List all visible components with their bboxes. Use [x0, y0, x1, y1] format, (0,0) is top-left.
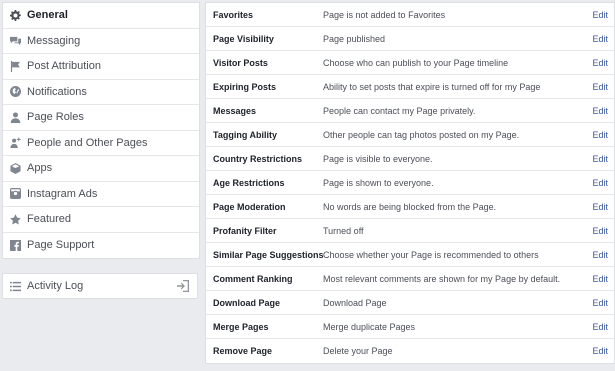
edit-tagging-ability-link[interactable]: Edit — [588, 130, 614, 140]
sidebar-item-people-and-other-pages[interactable]: People and Other Pages — [3, 131, 199, 156]
edit-visitor-posts-link[interactable]: Edit — [588, 58, 614, 68]
cube-icon — [10, 162, 21, 174]
edit-remove-page-link[interactable]: Edit — [588, 346, 614, 356]
edit-expiring-posts-link[interactable]: Edit — [588, 82, 614, 92]
edit-page-moderation-link[interactable]: Edit — [588, 202, 614, 212]
setting-label: Favorites — [213, 9, 254, 20]
edit-page-visibility-link[interactable]: Edit — [588, 34, 614, 44]
setting-label: Merge Pages — [213, 321, 269, 332]
settings-sidebar: General Messaging Post Attribution Notif… — [2, 2, 200, 259]
sidebar-item-label: Post Attribution — [27, 60, 101, 73]
sidebar-item-post-attribution[interactable]: Post Attribution — [3, 54, 199, 80]
setting-label: Profanity Filter — [213, 225, 277, 236]
edit-comment-ranking-link[interactable]: Edit — [588, 274, 614, 284]
setting-label: Similar Page Suggestions — [213, 249, 324, 260]
sidebar-item-featured[interactable]: Featured — [3, 207, 199, 233]
setting-value: No words are being blocked from the Page… — [323, 201, 497, 212]
setting-label: Remove Page — [213, 346, 273, 356]
setting-value: Turned off — [323, 225, 364, 236]
setting-label: Download Page — [213, 297, 281, 308]
sidebar-item-label: Featured — [27, 213, 72, 226]
setting-label: Messages — [213, 105, 257, 116]
sidebar-item-label: Messaging — [27, 34, 81, 47]
sidebar-item-label: Notifications — [27, 85, 87, 98]
edit-profanity-filter-link[interactable]: Edit — [588, 226, 614, 236]
setting-label: Page Moderation — [213, 201, 286, 212]
sidebar-item-label: Apps — [27, 162, 53, 175]
messages-icon — [10, 35, 21, 46]
setting-value: Download Page — [323, 297, 387, 308]
edit-favorites-link[interactable]: Edit — [588, 10, 614, 20]
setting-value: Ability to set posts that expire is turn… — [323, 81, 541, 92]
sidebar-item-instagram-ads[interactable]: Instagram Ads — [3, 182, 199, 207]
setting-label: Page Visibility — [213, 33, 274, 44]
setting-label: Comment Ranking — [213, 273, 293, 284]
setting-row-remove-page: Remove Page Delete your Page Edit — [206, 339, 614, 363]
camera-icon — [10, 188, 21, 200]
edit-age-restrictions-link[interactable]: Edit — [588, 178, 614, 188]
sidebar-item-label: Instagram Ads — [27, 187, 98, 200]
setting-value: People can contact my Page privately. — [323, 105, 476, 116]
setting-row-visitor-posts: Visitor Posts Choose who can publish to … — [206, 51, 614, 75]
edit-country-restrictions-link[interactable]: Edit — [588, 154, 614, 164]
sidebar-item-general[interactable]: General — [3, 3, 199, 29]
setting-row-country-restrictions: Country Restrictions Page is visible to … — [206, 147, 614, 171]
sidebar-item-apps[interactable]: Apps — [3, 156, 199, 182]
gear-icon — [10, 9, 21, 21]
setting-value: Merge duplicate Pages — [323, 321, 416, 332]
setting-value: Choose whether your Page is recommended … — [323, 249, 539, 260]
sidebar-item-label: People and Other Pages — [27, 136, 148, 149]
person-icon — [10, 112, 21, 123]
setting-label: Visitor Posts — [213, 57, 268, 68]
sidebar-item-messaging[interactable]: Messaging — [3, 29, 199, 54]
sidebar-item-notifications[interactable]: Notifications — [3, 80, 199, 105]
flag-icon — [10, 60, 21, 72]
list-icon — [10, 281, 21, 292]
setting-value: Page is not added to Favorites — [323, 9, 446, 20]
sidebar-item-page-roles[interactable]: Page Roles — [3, 105, 199, 131]
sidebar-item-label: General — [27, 9, 68, 22]
setting-value: Page published — [323, 33, 386, 44]
sidebar-item-page-support[interactable]: Page Support — [3, 233, 199, 259]
setting-row-age-restrictions: Age Restrictions Page is shown to everyo… — [206, 171, 614, 195]
setting-value: Page is shown to everyone. — [323, 177, 434, 188]
page-settings-list: Favorites Page is not added to Favorites… — [205, 2, 615, 364]
setting-row-page-visibility: Page Visibility Page published Edit — [206, 27, 614, 51]
setting-value: Page is visible to everyone. — [323, 153, 433, 164]
setting-label: Age Restrictions — [213, 177, 285, 188]
setting-label: Country Restrictions — [213, 153, 303, 164]
setting-label: Tagging Ability — [213, 129, 277, 140]
star-icon — [10, 214, 21, 225]
edit-similar-page-suggestions-link[interactable]: Edit — [588, 250, 614, 260]
sidebar-item-label: Page Support — [27, 239, 95, 252]
facebook-icon — [10, 239, 21, 251]
setting-row-similar-page-suggestions: Similar Page Suggestions Choose whether … — [206, 243, 614, 267]
setting-row-merge-pages: Merge Pages Merge duplicate Pages Edit — [206, 315, 614, 339]
edit-download-page-link[interactable]: Edit — [588, 298, 614, 308]
activity-log-button[interactable]: Activity Log — [2, 273, 198, 299]
enter-icon — [177, 280, 189, 292]
people-icon — [10, 137, 21, 149]
setting-value: Most relevant comments are shown for my … — [323, 273, 561, 284]
setting-value: Choose who can publish to your Page time… — [323, 57, 509, 68]
activity-log-label: Activity Log — [27, 280, 84, 292]
setting-value: Other people can tag photos posted on my… — [323, 129, 520, 140]
edit-merge-pages-link[interactable]: Edit — [588, 322, 614, 332]
setting-row-download-page: Download Page Download Page Edit — [206, 291, 614, 315]
setting-label: Expiring Posts — [213, 81, 277, 92]
setting-row-messages: Messages People can contact my Page priv… — [206, 99, 614, 123]
setting-row-comment-ranking: Comment Ranking Most relevant comments a… — [206, 267, 614, 291]
setting-row-expiring-posts: Expiring Posts Ability to set posts that… — [206, 75, 614, 99]
setting-row-profanity-filter: Profanity Filter Turned off Edit — [206, 219, 614, 243]
globe-icon — [10, 86, 21, 98]
setting-row-tagging-ability: Tagging Ability Other people can tag pho… — [206, 123, 614, 147]
setting-row-favorites: Favorites Page is not added to Favorites… — [206, 3, 614, 27]
sidebar-item-label: Page Roles — [27, 111, 84, 124]
setting-value: Delete your Page — [323, 346, 393, 356]
setting-row-page-moderation: Page Moderation No words are being block… — [206, 195, 614, 219]
edit-messages-link[interactable]: Edit — [588, 106, 614, 116]
